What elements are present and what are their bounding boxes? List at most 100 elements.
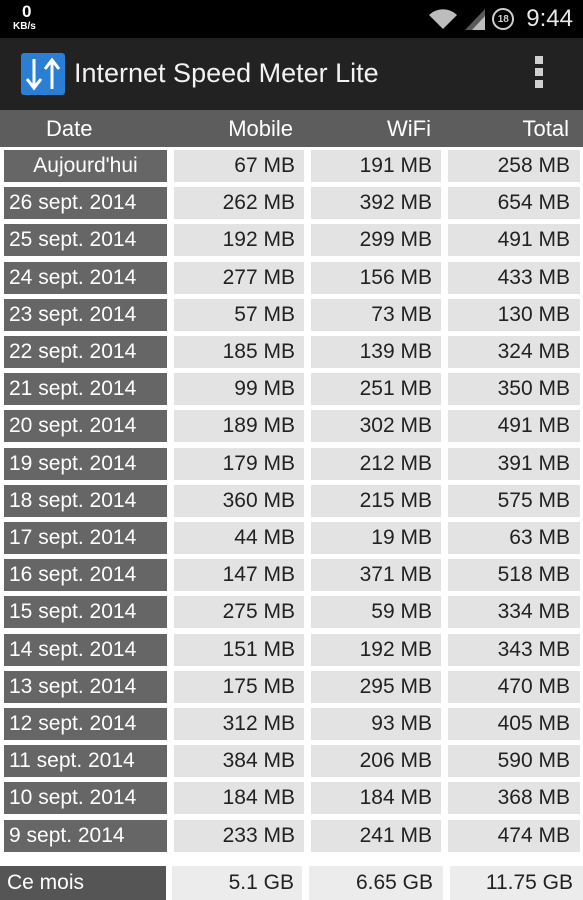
row-total: 433 MB [448, 262, 580, 294]
row-mobile: 175 MB [174, 671, 304, 703]
row-total: 334 MB [448, 596, 580, 628]
row-date: 25 sept. 2014 [4, 224, 167, 256]
table-row[interactable]: 24 sept. 2014 277 MB 156 MB 433 MB [0, 262, 583, 294]
overflow-menu-icon[interactable] [532, 56, 546, 92]
row-total: 518 MB [448, 559, 580, 591]
row-wifi: 241 MB [311, 820, 441, 852]
row-wifi: 299 MB [311, 224, 441, 256]
row-total: 343 MB [448, 634, 580, 666]
table-row[interactable]: 18 sept. 2014 360 MB 215 MB 575 MB [0, 485, 583, 517]
row-date: Aujourd'hui [4, 150, 167, 182]
row-date: 10 sept. 2014 [4, 782, 167, 814]
row-wifi: 139 MB [311, 336, 441, 368]
row-wifi: 156 MB [311, 262, 441, 294]
row-wifi: 212 MB [311, 448, 441, 480]
row-mobile: 312 MB [174, 708, 304, 740]
usage-list[interactable]: Aujourd'hui 67 MB 191 MB 258 MB 26 sept. 201… [0, 150, 583, 862]
table-row[interactable]: 19 sept. 2014 179 MB 212 MB 391 MB [0, 448, 583, 480]
row-date: 20 sept. 2014 [4, 410, 167, 442]
row-wifi: 295 MB [311, 671, 441, 703]
row-total: 575 MB [448, 485, 580, 517]
row-total: 324 MB [448, 336, 580, 368]
row-date: 16 sept. 2014 [4, 559, 167, 591]
column-wifi: WiFi [387, 116, 431, 141]
row-mobile: 57 MB [174, 299, 304, 331]
row-date: 18 sept. 2014 [4, 485, 167, 517]
table-row[interactable]: 13 sept. 2014 175 MB 295 MB 470 MB [0, 671, 583, 703]
table-row[interactable]: 21 sept. 2014 99 MB 251 MB 350 MB [0, 373, 583, 405]
row-date: 23 sept. 2014 [4, 299, 167, 331]
table-row[interactable]: 17 sept. 2014 44 MB 19 MB 63 MB [0, 522, 583, 554]
row-date: 9 sept. 2014 [4, 820, 167, 852]
table-row[interactable]: 20 sept. 2014 189 MB 302 MB 491 MB [0, 410, 583, 442]
column-date: Date [46, 116, 93, 141]
app-title: Internet Speed Meter Lite [74, 58, 379, 88]
month-summary: Ce mois 5.1 GB 6.65 GB 11.75 GB [0, 866, 583, 900]
row-total: 405 MB [448, 708, 580, 740]
table-row[interactable]: 9 sept. 2014 233 MB 241 MB 474 MB [0, 820, 583, 852]
table-row[interactable]: 12 sept. 2014 312 MB 93 MB 405 MB [0, 708, 583, 740]
table-row[interactable]: 11 sept. 2014 384 MB 206 MB 590 MB [0, 745, 583, 777]
action-bar: Internet Speed Meter Lite [0, 38, 583, 110]
row-mobile: 277 MB [174, 262, 304, 294]
row-mobile: 151 MB [174, 634, 304, 666]
row-date: 17 sept. 2014 [4, 522, 167, 554]
row-total: 590 MB [448, 745, 580, 777]
table-row[interactable]: 25 sept. 2014 192 MB 299 MB 491 MB [0, 224, 583, 256]
row-total: 63 MB [448, 522, 580, 554]
table-row[interactable]: 26 sept. 2014 262 MB 392 MB 654 MB [0, 187, 583, 219]
table-row[interactable]: 10 sept. 2014 184 MB 184 MB 368 MB [0, 782, 583, 814]
row-date: 13 sept. 2014 [4, 671, 167, 703]
table-row[interactable]: 16 sept. 2014 147 MB 371 MB 518 MB [0, 559, 583, 591]
cell-signal-icon [465, 9, 486, 30]
row-wifi: 206 MB [311, 745, 441, 777]
row-total: 491 MB [448, 224, 580, 256]
row-mobile: 44 MB [174, 522, 304, 554]
row-total: 368 MB [448, 782, 580, 814]
row-date: 11 sept. 2014 [4, 745, 167, 777]
row-mobile: 67 MB [174, 150, 304, 182]
table-row[interactable]: 14 sept. 2014 151 MB 192 MB 343 MB [0, 634, 583, 666]
row-wifi: 73 MB [311, 299, 441, 331]
row-wifi: 191 MB [311, 150, 441, 182]
row-mobile: 384 MB [174, 745, 304, 777]
row-date: 15 sept. 2014 [4, 596, 167, 628]
status-icons: 18 9:44 [428, 4, 573, 34]
row-mobile: 147 MB [174, 559, 304, 591]
table-row[interactable]: Aujourd'hui 67 MB 191 MB 258 MB [0, 150, 583, 182]
table-row[interactable]: 23 sept. 2014 57 MB 73 MB 130 MB [0, 299, 583, 331]
row-date: 19 sept. 2014 [4, 448, 167, 480]
up-down-arrows-icon[interactable] [21, 53, 65, 95]
row-wifi: 302 MB [311, 410, 441, 442]
row-total: 258 MB [448, 150, 580, 182]
column-mobile: Mobile [228, 116, 293, 141]
row-total: 470 MB [448, 671, 580, 703]
table-row[interactable]: 22 sept. 2014 185 MB 139 MB 324 MB [0, 336, 583, 368]
row-mobile: 262 MB [174, 187, 304, 219]
row-wifi: 93 MB [311, 708, 441, 740]
row-date: 24 sept. 2014 [4, 262, 167, 294]
speed-unit: KB/s [13, 21, 36, 32]
row-date: 22 sept. 2014 [4, 336, 167, 368]
status-bar: 0 KB/s 18 9:44 [0, 0, 583, 38]
status-clock: 9:44 [526, 5, 573, 32]
row-wifi: 19 MB [311, 522, 441, 554]
table-row[interactable]: 15 sept. 2014 275 MB 59 MB 334 MB [0, 596, 583, 628]
row-wifi: 251 MB [311, 373, 441, 405]
row-mobile: 179 MB [174, 448, 304, 480]
row-mobile: 189 MB [174, 410, 304, 442]
row-date: 21 sept. 2014 [4, 373, 167, 405]
month-label: Ce mois [0, 866, 166, 900]
row-mobile: 275 MB [174, 596, 304, 628]
row-wifi: 184 MB [311, 782, 441, 814]
row-mobile: 360 MB [174, 485, 304, 517]
row-total: 491 MB [448, 410, 580, 442]
row-total: 130 MB [448, 299, 580, 331]
row-mobile: 185 MB [174, 336, 304, 368]
row-wifi: 215 MB [311, 485, 441, 517]
month-mobile-total: 5.1 GB [172, 866, 302, 900]
row-mobile: 184 MB [174, 782, 304, 814]
row-total: 391 MB [448, 448, 580, 480]
row-wifi: 192 MB [311, 634, 441, 666]
column-header: Date Mobile WiFi Total [0, 110, 583, 147]
